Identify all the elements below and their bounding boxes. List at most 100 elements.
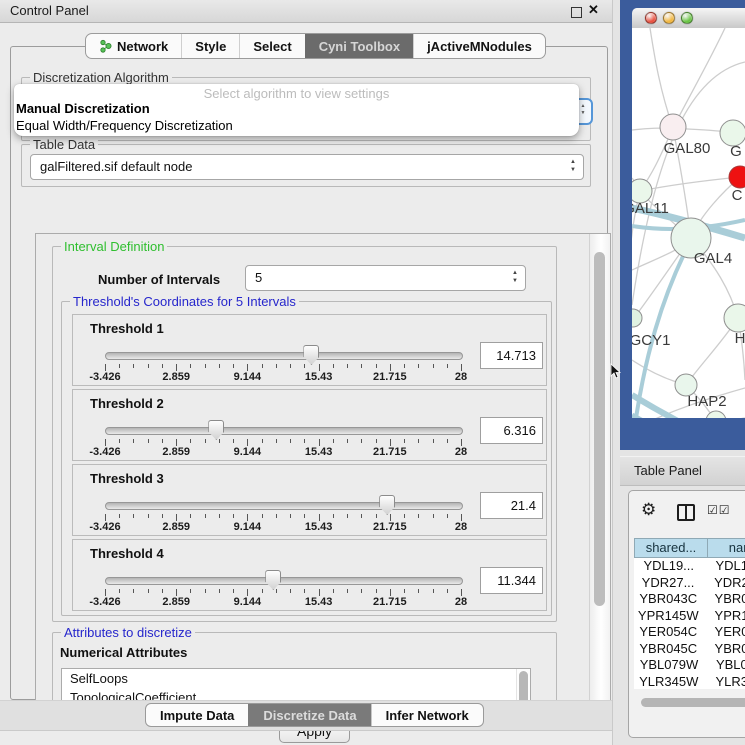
slider-tick [319, 364, 320, 371]
panel-scrollbar-thumb[interactable] [594, 252, 605, 606]
float-window-icon[interactable] [571, 7, 582, 18]
slider-tick-label: 28 [455, 596, 467, 608]
bottom-tab-impute-data[interactable]: Impute Data [146, 704, 248, 726]
threshold-slider-track[interactable] [105, 577, 463, 585]
column-header-name[interactable]: name [708, 538, 745, 558]
network-node-label: GCY1 [632, 332, 670, 349]
slider-tick [404, 514, 405, 518]
tab-jactivemnodules[interactable]: jActiveMNodules [413, 34, 545, 58]
zoom-traffic-light[interactable] [681, 12, 693, 24]
cell-name: YBL0 [704, 657, 745, 674]
split-columns-icon[interactable] [677, 504, 695, 521]
cell-name: YLR3 [703, 674, 745, 690]
slider-tick [119, 364, 120, 368]
algorithm-option-manual[interactable]: Manual Discretization [16, 101, 150, 116]
threshold-value-field[interactable]: 21.4 [480, 492, 543, 519]
threshold-value-field[interactable]: 11.344 [480, 567, 543, 594]
threshold-3-panel: Threshold 3-3.4262.8599.14415.4321.71528… [72, 464, 547, 536]
close-traffic-light[interactable] [645, 12, 657, 24]
threshold-slider-thumb[interactable] [208, 420, 224, 440]
table-row[interactable]: YDR27...YDR2 [634, 575, 745, 592]
slider-tick [304, 439, 305, 443]
network-node-gal80[interactable] [660, 114, 686, 140]
slider-tick [361, 514, 362, 518]
cyni-bottom-tabs: Impute DataDiscretize DataInfer Network [145, 703, 484, 727]
slider-tick-label: -3.426 [89, 596, 120, 608]
threshold-slider-thumb[interactable] [265, 570, 281, 590]
cell-name: YER0 [703, 624, 745, 641]
table-row[interactable]: YER054CYER0 [634, 624, 745, 641]
network-node-label: GAL4 [694, 250, 732, 267]
table-panel-titlebar: Table Panel [620, 456, 745, 486]
checkboxes-icon[interactable]: ☑☑ [707, 503, 731, 517]
slider-tick [190, 364, 191, 368]
tab-cyni-toolbox[interactable]: Cyni Toolbox [305, 34, 413, 58]
attributes-group-label: Attributes to discretize [61, 625, 195, 640]
tab-style[interactable]: Style [181, 34, 239, 58]
table-row[interactable]: YLR345WYLR3 [634, 674, 745, 690]
table-data-combobox[interactable]: galFiltered.sif default node ▲▼ [30, 154, 584, 180]
slider-tick [376, 514, 377, 518]
network-view-window: GAL80GCGAL11GAL4GCY1HHAP2 [620, 0, 745, 450]
interval-definition-group: Interval Definition Number of Intervals … [52, 246, 557, 622]
slider-tick-label: 28 [455, 371, 467, 383]
table-row[interactable]: YBL079WYBL0 [634, 657, 745, 674]
bottom-tab-discretize-data[interactable]: Discretize Data [248, 704, 370, 726]
close-icon[interactable]: ✕ [588, 2, 599, 18]
table-row[interactable]: YPR145WYPR1 [634, 608, 745, 625]
threshold-slider-thumb[interactable] [379, 495, 395, 515]
slider-tick-label: 21.715 [373, 521, 407, 533]
network-icon [99, 39, 112, 53]
bottom-tab-infer-network[interactable]: Infer Network [371, 704, 483, 726]
slider-tick [404, 589, 405, 593]
slider-tick [190, 514, 191, 518]
thresholds-group: Threshold's Coordinates for 5 Intervals … [61, 301, 552, 616]
network-node-label: H [735, 330, 745, 347]
cell-shared-name: YLR345W [634, 674, 703, 690]
threshold-slider-track[interactable] [105, 352, 463, 360]
control-panel-title: Control Panel [10, 3, 89, 18]
network-edge[interactable] [673, 28, 725, 128]
panel-scrollbar[interactable] [589, 234, 610, 712]
table-horizontal-scrollbar[interactable] [634, 697, 745, 708]
threshold-value-field[interactable]: 6.316 [480, 417, 543, 444]
table-hscroll-thumb[interactable] [641, 698, 745, 707]
threshold-1-panel: Threshold 1-3.4262.8599.14415.4321.71528… [72, 314, 547, 386]
table-row[interactable]: YDL19...YDL1 [634, 558, 745, 575]
cell-shared-name: YDR27... [634, 575, 702, 592]
network-window-titlebar[interactable] [632, 8, 745, 29]
slider-tick [447, 589, 448, 593]
gear-icon[interactable]: ⚙ [641, 500, 656, 520]
table-row[interactable]: YBR045CYBR0 [634, 641, 745, 658]
network-edge[interactable] [650, 28, 673, 128]
attribute-item[interactable]: SelfLoops [62, 669, 530, 688]
slider-tick [290, 439, 291, 443]
slider-tick-label: 15.43 [305, 521, 333, 533]
slider-tick [461, 364, 462, 371]
tab-network[interactable]: Network [86, 34, 181, 58]
slider-tick-label: 28 [455, 521, 467, 533]
tab-select[interactable]: Select [239, 34, 304, 58]
slider-tick [461, 589, 462, 596]
num-intervals-combobox[interactable]: 5 ▲▼ [245, 265, 526, 291]
threshold-value-field[interactable]: 14.713 [480, 342, 543, 369]
table-row[interactable]: YBR043CYBR0 [634, 591, 745, 608]
threshold-slider-track[interactable] [105, 502, 463, 510]
slider-tick [262, 514, 263, 518]
network-canvas[interactable]: GAL80GCGAL11GAL4GCY1HHAP2 [632, 28, 745, 418]
column-header-shared-name[interactable]: shared... [634, 538, 708, 558]
cell-shared-name: YBR045C [634, 641, 703, 658]
threshold-slider-thumb[interactable] [303, 345, 319, 365]
slider-tick [262, 589, 263, 593]
network-node-gcy1[interactable] [632, 309, 642, 327]
minimize-traffic-light[interactable] [663, 12, 675, 24]
slider-tick [133, 364, 134, 368]
threshold-slider-track[interactable] [105, 427, 463, 435]
slider-tick [418, 439, 419, 443]
tab-label: Cyni Toolbox [319, 39, 400, 54]
slider-tick [390, 364, 391, 371]
slider-tick [119, 439, 120, 443]
algorithm-option-equal-width[interactable]: Equal Width/Frequency Discretization [16, 118, 233, 133]
network-node-h[interactable] [724, 304, 745, 332]
network-node-label: GAL11 [632, 200, 669, 217]
